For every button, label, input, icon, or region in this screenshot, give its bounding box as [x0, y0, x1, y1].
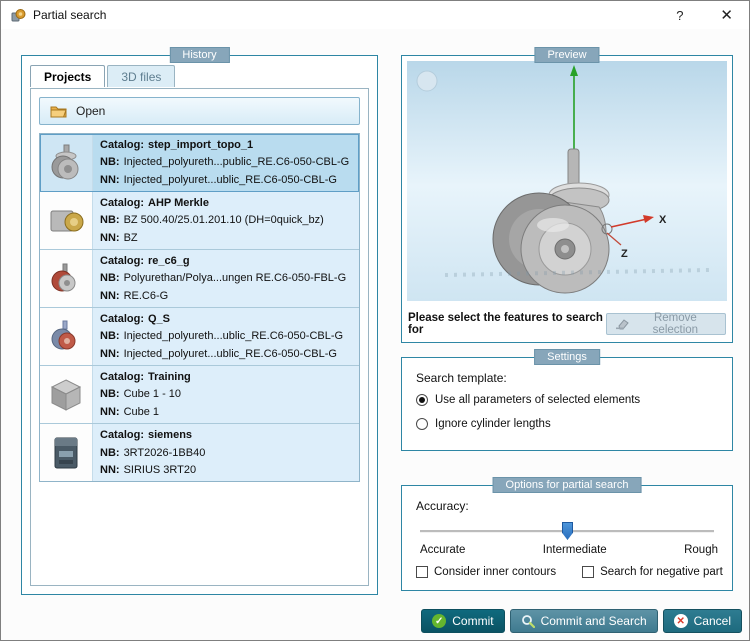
cancel-label: Cancel — [694, 614, 731, 628]
checkbox-icon — [582, 566, 594, 578]
item-nn: NN:Injected_polyuret...ublic_RE.C6-050-C… — [100, 346, 352, 362]
list-item[interactable]: Catalog:re_c6_g NB:Polyurethan/Polya...u… — [40, 250, 359, 308]
cancel-x-icon: ✕ — [674, 614, 688, 628]
history-tabs: Projects 3D files — [30, 65, 177, 87]
item-nn: NN:SIRIUS 3RT20 — [100, 462, 352, 479]
preview-group-label: Preview — [534, 47, 599, 63]
radio-label: Ignore cylinder lengths — [435, 418, 551, 430]
check-icon: ✓ — [432, 614, 446, 628]
tab-projects[interactable]: Projects — [30, 65, 105, 87]
checkbox-label: Consider inner contours — [434, 566, 556, 578]
item-nn: NN:RE.C6-G — [100, 288, 352, 304]
help-button[interactable]: ? — [670, 6, 689, 25]
accuracy-label: Accuracy: — [416, 499, 469, 513]
list-item[interactable]: Catalog:step_import_topo_1 NB:Injected_p… — [40, 134, 359, 192]
partial-search-options-group: Options for partial search Accuracy: Acc… — [401, 485, 733, 591]
tab-3d-files[interactable]: 3D files — [107, 65, 175, 87]
projects-tab-panel: Open Catalog:step_im — [30, 88, 369, 586]
item-info: Catalog:Training NB:Cube 1 - 10 NN:Cube … — [93, 366, 359, 423]
item-thumbnail — [40, 366, 93, 423]
magnifier-icon — [521, 614, 535, 628]
history-group: History Projects 3D files Open — [21, 55, 378, 595]
item-info: Catalog:Q_S NB:Injected_polyureth...ubli… — [93, 308, 359, 365]
options-group-label: Options for partial search — [493, 477, 642, 493]
svg-text:Z: Z — [621, 248, 628, 260]
radio-label: Use all parameters of selected elements — [435, 394, 640, 406]
partial-search-window: Partial search ? ✕ History Projects 3D f… — [0, 0, 750, 641]
checkbox-consider-inner-contours[interactable]: Consider inner contours — [416, 566, 556, 578]
cancel-button[interactable]: ✕ Cancel — [663, 609, 742, 633]
radio-ignore-cylinder-lengths[interactable]: Ignore cylinder lengths — [416, 418, 551, 430]
selection-hint: Please select the features to search for — [408, 312, 606, 336]
item-catalog: Catalog:re_c6_g — [100, 253, 352, 269]
item-catalog: Catalog:AHP Merkle — [100, 195, 352, 211]
radio-selected-icon — [416, 394, 428, 406]
preview-footer: Please select the features to search for… — [408, 311, 726, 337]
open-folder-icon — [50, 104, 67, 118]
item-nb: NB:3RT2026-1BB40 — [100, 445, 352, 462]
item-info: Catalog:AHP Merkle NB:BZ 500.40/25.01.20… — [93, 192, 359, 249]
settings-group: Settings Search template: Use all parame… — [401, 357, 733, 451]
list-item[interactable]: Catalog:AHP Merkle NB:BZ 500.40/25.01.20… — [40, 192, 359, 250]
slider-label-rough: Rough — [684, 544, 718, 556]
settings-group-label: Settings — [534, 349, 600, 365]
commit-and-search-button[interactable]: Commit and Search — [510, 609, 658, 633]
commit-and-search-label: Commit and Search — [541, 614, 647, 628]
checkbox-search-negative-part[interactable]: Search for negative part — [582, 566, 723, 578]
svg-text:X: X — [659, 214, 667, 226]
caster-wheel-preview: X Z — [407, 61, 727, 301]
list-item[interactable]: Catalog:siemens NB:3RT2026-1BB40 NN:SIRI… — [40, 424, 359, 482]
item-nn: NN:BZ — [100, 230, 352, 246]
item-catalog: Catalog:step_import_topo_1 — [100, 137, 352, 153]
item-thumbnail — [40, 308, 93, 365]
remove-selection-label: Remove selection — [634, 312, 717, 336]
checkbox-icon — [416, 566, 428, 578]
history-list: Catalog:step_import_topo_1 NB:Injected_p… — [39, 133, 360, 482]
open-button-label: Open — [76, 104, 105, 118]
item-nb: NB:BZ 500.40/25.01.201.10 (DH=0quick_bz) — [100, 212, 352, 228]
titlebar: Partial search ? ✕ — [1, 1, 749, 29]
item-info: Catalog:siemens NB:3RT2026-1BB40 NN:SIRI… — [93, 424, 359, 482]
accuracy-slider[interactable] — [420, 522, 714, 540]
close-button[interactable]: ✕ — [714, 6, 739, 25]
accuracy-slider-thumb[interactable] — [562, 522, 573, 540]
radio-use-all-parameters[interactable]: Use all parameters of selected elements — [416, 394, 640, 406]
item-nb: NB:Injected_polyureth...public_RE.C6-050… — [100, 154, 352, 170]
item-catalog: Catalog:Q_S — [100, 311, 352, 327]
slider-label-accurate: Accurate — [420, 544, 465, 556]
item-nb: NB:Injected_polyureth...ublic_RE.C6-050-… — [100, 328, 352, 344]
list-item[interactable]: Catalog:Q_S NB:Injected_polyureth...ubli… — [40, 308, 359, 366]
item-info: Catalog:step_import_topo_1 NB:Injected_p… — [93, 134, 359, 191]
item-thumbnail — [40, 424, 93, 482]
slider-label-intermediate: Intermediate — [543, 544, 607, 556]
app-icon — [11, 8, 26, 23]
list-item[interactable]: Catalog:Training NB:Cube 1 - 10 NN:Cube … — [40, 366, 359, 424]
checkbox-label: Search for negative part — [600, 566, 723, 578]
item-nb: NB:Polyurethan/Polya...ungen RE.C6-050-F… — [100, 270, 352, 286]
preview-group: Preview — [401, 55, 733, 343]
item-thumbnail — [40, 134, 93, 191]
window-title: Partial search — [33, 8, 106, 22]
item-nn: NN:Injected_polyuret...ublic_RE.C6-050-C… — [100, 172, 352, 188]
preview-canvas[interactable]: X Z — [407, 61, 727, 301]
item-catalog: Catalog:Training — [100, 369, 352, 385]
eraser-icon — [615, 318, 629, 330]
item-nn: NN:Cube 1 — [100, 404, 352, 420]
item-thumbnail — [40, 250, 93, 307]
item-thumbnail — [40, 192, 93, 249]
remove-selection-button[interactable]: Remove selection — [606, 313, 726, 335]
slider-labels: Accurate Intermediate Rough — [420, 544, 718, 556]
history-group-label: History — [169, 47, 229, 63]
search-template-label: Search template: — [416, 371, 507, 385]
item-catalog: Catalog:siemens — [100, 427, 352, 444]
item-info: Catalog:re_c6_g NB:Polyurethan/Polya...u… — [93, 250, 359, 307]
commit-label: Commit — [452, 614, 493, 628]
open-button[interactable]: Open — [39, 97, 360, 125]
radio-unselected-icon — [416, 418, 428, 430]
dialog-actions: ✓ Commit Commit and Search ✕ Cancel — [421, 609, 742, 633]
item-nb: NB:Cube 1 - 10 — [100, 386, 352, 402]
options-checkboxes: Consider inner contours Search for negat… — [416, 566, 723, 578]
commit-button[interactable]: ✓ Commit — [421, 609, 504, 633]
